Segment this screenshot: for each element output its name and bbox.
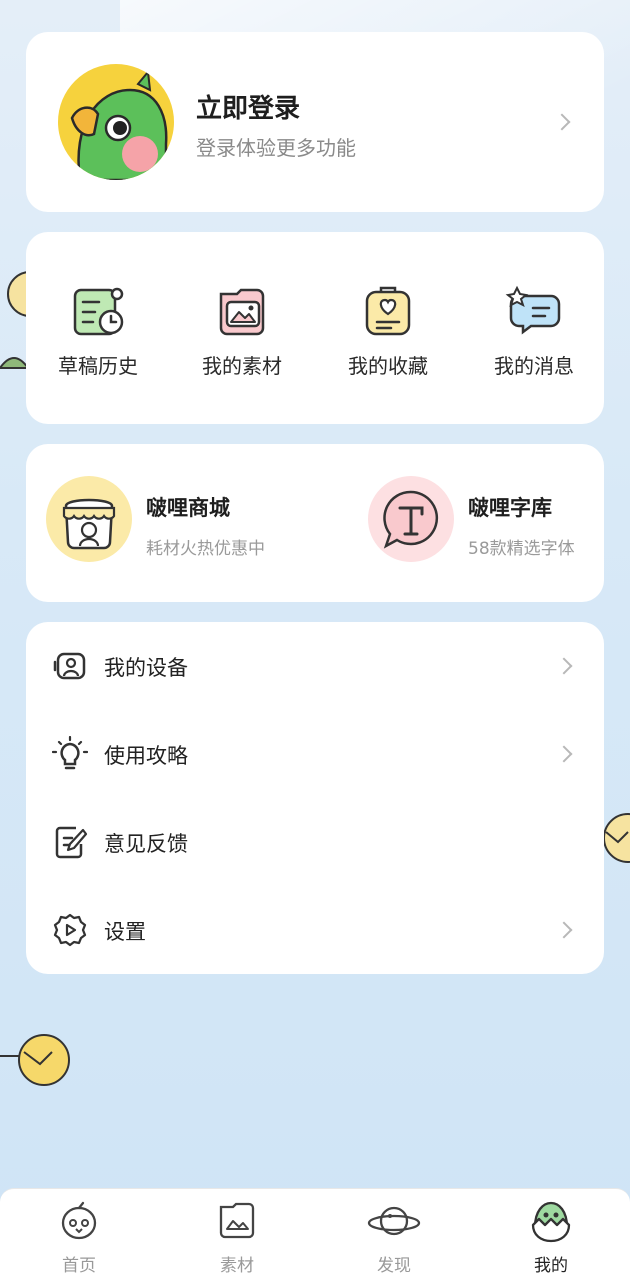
quick-my-materials[interactable]: 我的素材	[172, 284, 312, 379]
materials-icon	[219, 1202, 255, 1239]
nav-label: 我的	[534, 1256, 568, 1276]
font-library-icon	[368, 476, 454, 562]
menu-label: 意见反馈	[104, 832, 188, 856]
my-materials-icon	[219, 288, 265, 336]
nav-label: 首页	[62, 1256, 96, 1276]
nav-tab-materials[interactable]: 素材	[187, 1199, 287, 1276]
draft-history-icon	[73, 287, 124, 336]
nav-label: 素材	[220, 1256, 254, 1276]
store-icon	[46, 476, 132, 562]
chevron-right-icon	[555, 657, 573, 675]
promo-title: 啵哩字库	[468, 496, 552, 520]
menu-label: 我的设备	[104, 656, 188, 680]
quick-my-messages[interactable]: 我的消息	[464, 284, 604, 379]
promo-store[interactable]: 啵哩商城 耗材火热优惠中	[46, 476, 306, 572]
menu-item-my-devices[interactable]: 我的设备	[26, 622, 604, 710]
chevron-right-icon	[555, 745, 573, 763]
login-card[interactable]: 立即登录 登录体验更多功能	[26, 32, 604, 212]
menu-label: 设置	[104, 920, 146, 944]
menu-item-settings[interactable]: 设置	[26, 886, 604, 974]
feedback-icon	[55, 826, 88, 859]
quick-draft-history[interactable]: 草稿历史	[28, 284, 168, 379]
my-favorites-icon	[365, 286, 411, 336]
nav-label: 发现	[377, 1256, 411, 1276]
bottom-nav: 首页 素材 发现 我的	[0, 1188, 630, 1280]
flower-decoration-icon-2	[0, 1034, 70, 1086]
lightbulb-icon	[52, 736, 88, 770]
profile-icon	[531, 1201, 571, 1243]
settings-icon	[53, 913, 87, 947]
menu-label: 使用攻略	[104, 744, 188, 768]
quick-label: 我的消息	[494, 354, 574, 378]
login-subtitle: 登录体验更多功能	[196, 136, 356, 160]
menu-item-feedback[interactable]: 意见反馈	[26, 798, 604, 886]
nav-tab-home[interactable]: 首页	[29, 1199, 129, 1276]
login-title: 立即登录	[196, 94, 301, 124]
my-messages-icon	[505, 285, 561, 335]
quick-label: 我的素材	[202, 354, 282, 378]
chevron-right-icon	[553, 113, 571, 131]
promo-font-library[interactable]: 啵哩字库 58款精选字体	[368, 476, 598, 572]
discover-planet-icon	[367, 1206, 421, 1236]
promo-subtitle: 58款精选字体	[468, 539, 575, 559]
promo-card: 啵哩商城 耗材火热优惠中 啵哩字库 58款精选字体	[26, 444, 604, 602]
menu-item-usage-guide[interactable]: 使用攻略	[26, 710, 604, 798]
quick-actions-card: 草稿历史 我的素材 我的收藏 我的消息	[26, 232, 604, 424]
parrot-avatar-icon[interactable]	[58, 64, 174, 180]
menu-card: 我的设备 使用攻略 意见反馈 设置	[26, 622, 604, 974]
chevron-right-icon	[555, 921, 573, 939]
promo-title: 啵哩商城	[146, 496, 230, 520]
quick-label: 我的收藏	[348, 354, 428, 378]
home-icon	[61, 1201, 97, 1240]
promo-subtitle: 耗材火热优惠中	[146, 539, 265, 559]
nav-tab-profile[interactable]: 我的	[501, 1199, 601, 1276]
quick-my-favorites[interactable]: 我的收藏	[318, 284, 458, 379]
quick-label: 草稿历史	[58, 354, 138, 378]
device-icon	[53, 652, 86, 680]
nav-tab-discover[interactable]: 发现	[344, 1199, 444, 1276]
